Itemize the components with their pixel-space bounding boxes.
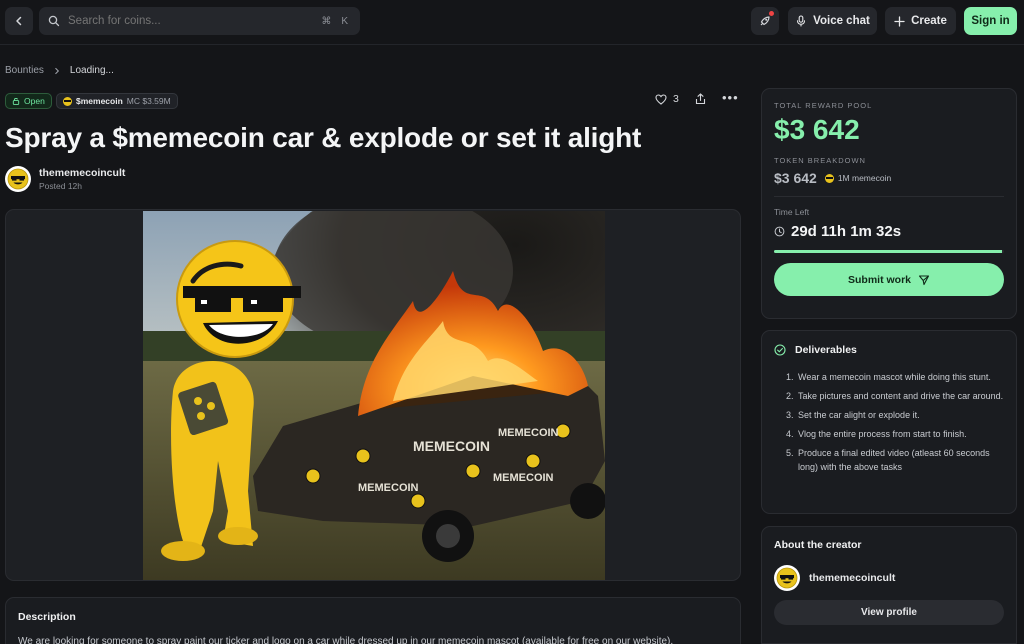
view-profile-button[interactable]: View profile — [774, 600, 1004, 625]
search-bar[interactable]: ⌘ K — [39, 7, 360, 35]
reward-card: TOTAL REWARD POOL $3 642 TOKEN BREAKDOWN… — [761, 88, 1017, 319]
token-amount: 1M memecoin — [824, 173, 892, 183]
heart-icon — [655, 93, 667, 105]
media-panel: MEMECOIN MEMECOIN MEMECOIN MEMECOIN — [5, 209, 741, 581]
chevron-left-icon — [16, 16, 22, 26]
search-shortcut: ⌘ K — [321, 16, 348, 27]
creator-card: About the creator thememecoincult View p… — [761, 526, 1017, 644]
car-logo-text-2: MEMECOIN — [498, 427, 559, 439]
description-card: Description We are looking for someone t… — [5, 597, 741, 644]
market-cap: MC $3.59M — [126, 96, 171, 106]
author-name: thememecoincult — [39, 167, 126, 179]
mascot-burning-car-illustration: MEMECOIN MEMECOIN MEMECOIN MEMECOIN — [143, 211, 605, 580]
share-button[interactable] — [695, 93, 706, 108]
submit-work-button[interactable]: Submit work — [774, 263, 1004, 296]
memecoin-avatar-icon — [776, 567, 798, 589]
like-button[interactable]: 3 — [655, 93, 679, 105]
author-info[interactable]: thememecoincult Posted 12h — [5, 166, 125, 192]
like-count: 3 — [673, 93, 679, 105]
breadcrumb-bounties-link[interactable]: Bounties — [5, 65, 44, 76]
memecoin-avatar-icon — [7, 168, 29, 190]
status-label: Open — [24, 96, 45, 106]
divider — [774, 196, 1004, 197]
list-item: Vlog the entire process from start to fi… — [796, 427, 1004, 441]
token-breakdown-label: TOKEN BREAKDOWN — [774, 156, 866, 165]
deliverables-heading: Deliverables — [795, 344, 857, 356]
time-progress-fill — [774, 250, 1002, 253]
posted-time: Posted 12h — [39, 181, 83, 191]
avatar — [5, 166, 31, 192]
clock-icon — [774, 226, 785, 237]
plus-icon — [894, 15, 905, 27]
time-left-row: 29d 11h 1m 32s — [774, 223, 1004, 240]
breadcrumb-current: Loading... — [69, 65, 114, 76]
memecoin-icon — [824, 173, 834, 183]
car-logo-text-3: MEMECOIN — [358, 482, 419, 494]
voice-chat-label: Voice chat — [813, 15, 870, 27]
deliverables-list: Wear a memecoin mascot while doing this … — [774, 370, 1004, 474]
description-text: We are looking for someone to spray pain… — [18, 636, 674, 644]
reward-pool-amount: $3 642 — [774, 114, 860, 145]
breadcrumb: Bounties Loading... — [5, 65, 114, 76]
time-left-label: Time Left — [774, 207, 810, 217]
time-progress-bar — [774, 250, 1004, 253]
creator-info[interactable]: thememecoincult — [774, 565, 1004, 591]
description-heading: Description — [18, 611, 76, 623]
deliverables-header: Deliverables — [774, 344, 1004, 356]
rocket-icon — [760, 16, 770, 26]
list-item: Take pictures and content and drive the … — [796, 389, 1004, 403]
search-icon — [48, 15, 60, 27]
time-left-value: 29d 11h 1m 32s — [791, 223, 902, 240]
voice-chat-button[interactable]: Voice chat — [788, 7, 877, 35]
lock-open-icon — [12, 98, 20, 105]
top-bar: ⌘ K Voice chat Create Sign in — [0, 0, 1024, 45]
share-icon — [695, 93, 706, 105]
car-logo-text: MEMECOIN — [413, 438, 490, 454]
sign-in-label: Sign in — [971, 15, 1010, 27]
coin-badge[interactable]: $memecoin MC $3.59M — [56, 93, 178, 109]
reward-pool-label: TOTAL REWARD POOL — [774, 101, 873, 110]
bounty-image[interactable]: MEMECOIN MEMECOIN MEMECOIN MEMECOIN — [143, 211, 605, 580]
token-breakdown-amount: $3 642 — [774, 170, 817, 186]
list-item: Produce a final edited video (atleast 60… — [796, 446, 1004, 474]
token-breakdown-row: $3 642 1M memecoin — [774, 170, 1004, 186]
coin-ticker: $memecoin — [76, 96, 123, 106]
back-button[interactable] — [5, 7, 33, 35]
creator-heading: About the creator — [774, 539, 862, 551]
create-label: Create — [911, 15, 947, 27]
avatar — [774, 565, 800, 591]
car-logo-text-4: MEMECOIN — [493, 472, 554, 484]
notification-dot — [769, 11, 774, 16]
submit-work-label: Submit work — [847, 273, 911, 286]
memecoin-icon — [63, 96, 72, 106]
token-amount-label: 1M memecoin — [837, 173, 892, 183]
create-button[interactable]: Create — [885, 7, 956, 35]
bounty-title: Spray a $memecoin car & explode or set i… — [5, 122, 642, 153]
send-icon — [918, 274, 930, 285]
deliverables-card: Deliverables Wear a memecoin mascot whil… — [761, 330, 1017, 514]
sign-in-button[interactable]: Sign in — [964, 7, 1017, 35]
status-badge: Open — [5, 93, 52, 109]
chevron-right-icon — [55, 67, 59, 74]
microphone-icon — [797, 15, 806, 27]
bounty-actions: 3 ••• — [655, 90, 738, 105]
launch-button[interactable] — [751, 7, 779, 35]
view-profile-label: View profile — [861, 607, 917, 618]
k-key: K — [341, 15, 348, 27]
check-circle-icon — [774, 344, 786, 356]
creator-name: thememecoincult — [809, 572, 896, 584]
more-options-icon[interactable]: ••• — [722, 90, 739, 105]
list-item: Wear a memecoin mascot while doing this … — [796, 370, 1004, 384]
command-key: ⌘ — [321, 15, 332, 27]
list-item: Set the car alight or explode it. — [796, 408, 1004, 422]
search-input[interactable] — [68, 15, 322, 27]
